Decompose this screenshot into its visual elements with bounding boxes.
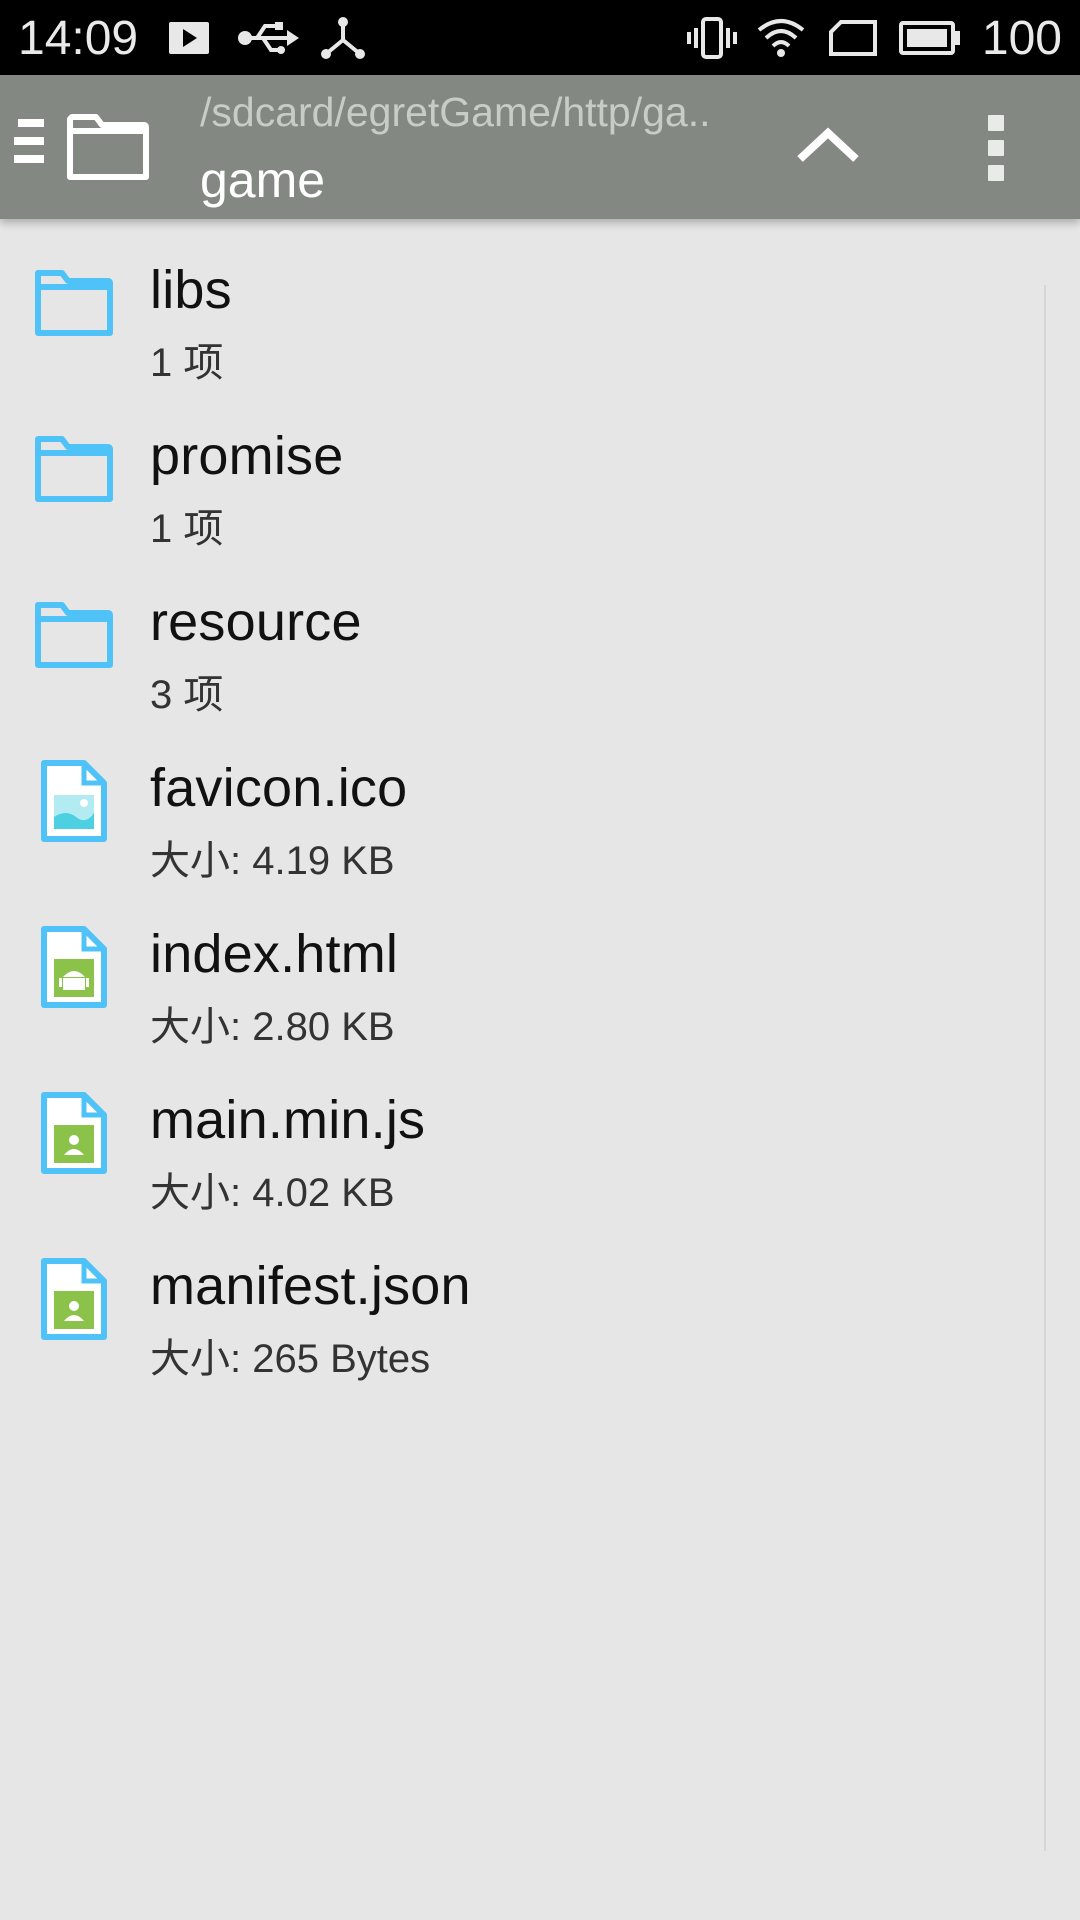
list-item[interactable]: resource 3 项 bbox=[0, 551, 1040, 717]
current-path[interactable]: /sdcard/egretGame/http/ga.. bbox=[200, 89, 711, 136]
drawer-icon[interactable] bbox=[12, 115, 50, 167]
toolbar: /sdcard/egretGame/http/ga.. game bbox=[0, 75, 1080, 219]
scrollbar[interactable] bbox=[1044, 285, 1046, 1851]
overflow-menu-icon[interactable] bbox=[978, 115, 1014, 181]
list-item[interactable]: libs 1 项 bbox=[0, 219, 1040, 385]
status-bar: 14:09 100 bbox=[0, 0, 1080, 75]
battery-percent: 100 bbox=[981, 12, 1062, 65]
file-meta: 大小: 265 Bytes bbox=[150, 1337, 431, 1381]
sim-card-icon bbox=[828, 0, 878, 75]
folder-icon[interactable] bbox=[66, 111, 150, 188]
file-name: favicon.ico bbox=[150, 758, 408, 818]
battery-icon bbox=[898, 0, 962, 75]
file-name: promise bbox=[150, 426, 344, 486]
file-name: main.min.js bbox=[150, 1090, 426, 1150]
contact-file-icon bbox=[34, 1257, 114, 1340]
up-arrow-icon[interactable] bbox=[790, 115, 866, 175]
folder-icon bbox=[34, 599, 114, 671]
list-item[interactable]: main.min.js 大小: 4.02 KB bbox=[0, 1049, 1040, 1215]
debug-connection-icon bbox=[318, 0, 368, 75]
list-item[interactable]: promise 1 项 bbox=[0, 385, 1040, 551]
file-meta: 3 项 bbox=[150, 673, 224, 717]
image-file-icon bbox=[34, 759, 114, 842]
file-meta: 1 项 bbox=[150, 341, 224, 385]
file-name: libs bbox=[150, 260, 232, 320]
wifi-icon bbox=[756, 0, 806, 75]
play-notification-icon bbox=[168, 0, 210, 75]
file-name: index.html bbox=[150, 924, 399, 984]
list-item[interactable]: favicon.ico 大小: 4.19 KB bbox=[0, 717, 1040, 883]
folder-icon bbox=[34, 267, 114, 339]
status-time: 14:09 bbox=[18, 12, 139, 65]
file-meta: 大小: 2.80 KB bbox=[150, 1005, 395, 1049]
folder-icon bbox=[34, 433, 114, 505]
current-folder-title: game bbox=[200, 152, 326, 208]
android-file-icon bbox=[34, 925, 114, 1008]
file-meta: 大小: 4.02 KB bbox=[150, 1171, 395, 1215]
vibrate-icon bbox=[686, 0, 738, 75]
list-item[interactable]: manifest.json 大小: 265 Bytes bbox=[0, 1215, 1040, 1381]
usb-icon bbox=[236, 0, 300, 75]
file-name: resource bbox=[150, 592, 362, 652]
contact-file-icon bbox=[34, 1091, 114, 1174]
file-name: manifest.json bbox=[150, 1256, 471, 1316]
file-meta: 大小: 4.19 KB bbox=[150, 839, 395, 883]
list-item[interactable]: index.html 大小: 2.80 KB bbox=[0, 883, 1040, 1049]
file-meta: 1 项 bbox=[150, 507, 224, 551]
